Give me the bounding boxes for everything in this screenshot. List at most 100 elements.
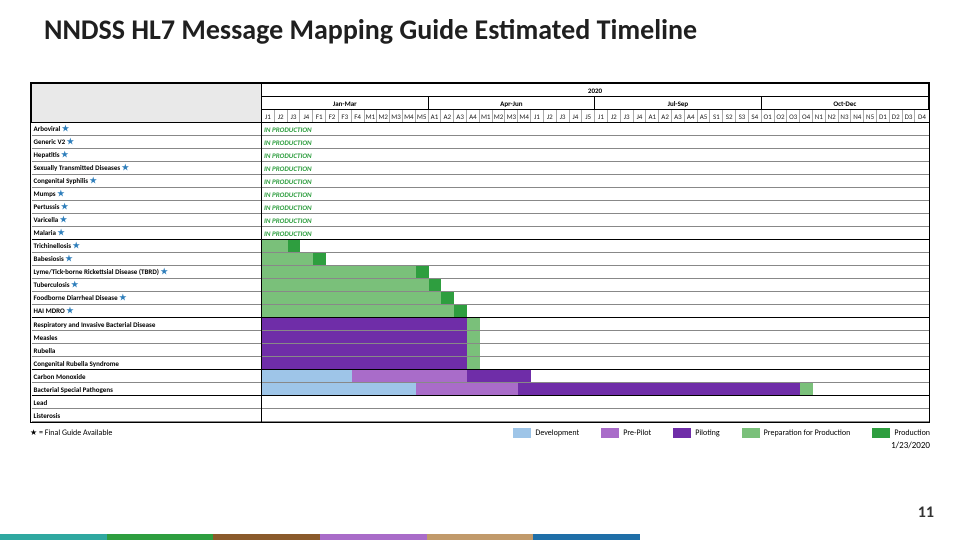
week-header: O4 (800, 110, 813, 123)
condition-name: Rubella (32, 344, 262, 357)
gantt-bar-pilot (262, 357, 467, 369)
legend-swatch (673, 428, 691, 438)
week-header: A3 (672, 110, 685, 123)
star-icon: ★ (66, 306, 73, 316)
legend-label: Production (894, 428, 930, 438)
in-production-label: IN PRODUCTION (262, 216, 312, 225)
gantt-lane (262, 331, 929, 344)
table-row: Congenital Rubella Syndrome (32, 357, 929, 370)
week-header: J1 (595, 110, 608, 123)
table-row: Rubella (32, 344, 929, 357)
gantt-lane: IN PRODUCTION (262, 175, 929, 188)
gantt-chart: 2020Jan-MarApr-JunJul-SepOct-DecJ1J2J3J4… (30, 82, 930, 423)
in-production-label: IN PRODUCTION (262, 190, 312, 199)
week-header: M2 (492, 110, 505, 123)
condition-name: Malaria ★ (32, 227, 262, 240)
quarter-header: Apr-Jun (428, 97, 595, 110)
week-header: A1 (428, 110, 441, 123)
gantt-bar-prep (467, 331, 480, 343)
week-header: N1 (812, 110, 825, 123)
condition-name: Trichinellosis ★ (32, 240, 262, 253)
footer-color-segment (320, 534, 427, 540)
gantt-lane (262, 253, 929, 266)
week-header: D4 (915, 110, 929, 123)
legend-label: Development (535, 428, 579, 438)
week-header: N4 (851, 110, 864, 123)
table-row: Malaria ★IN PRODUCTION (32, 227, 929, 240)
slide-title: NNDSS HL7 Message Mapping Guide Estimate… (0, 0, 960, 53)
star-icon: ★ (58, 228, 65, 238)
condition-name: Carbon Monoxide (32, 370, 262, 383)
gantt-bar-prep (800, 383, 813, 395)
week-header: M3 (505, 110, 518, 123)
in-production-label: IN PRODUCTION (262, 203, 312, 212)
table-row: Sexually Transmitted Diseases ★IN PRODUC… (32, 162, 929, 175)
week-header: F2 (326, 110, 339, 123)
year-header: 2020 (262, 84, 929, 97)
gantt-lane (262, 370, 929, 383)
star-icon: ★ (90, 176, 97, 186)
gantt-bar-dev (262, 370, 352, 382)
week-header: O2 (774, 110, 787, 123)
condition-name: Mumps ★ (32, 188, 262, 201)
week-header: J4 (633, 110, 646, 123)
star-icon: ★ (61, 150, 68, 160)
in-production-label: IN PRODUCTION (262, 151, 312, 160)
in-production-label: IN PRODUCTION (262, 164, 312, 173)
gantt-lane (262, 305, 929, 318)
table-row: Pertussis ★IN PRODUCTION (32, 201, 929, 214)
gantt-bar-pilot (518, 383, 800, 395)
week-header: J3 (287, 110, 300, 123)
week-header: A4 (684, 110, 697, 123)
gantt-lane (262, 318, 929, 331)
gantt-lane (262, 292, 929, 305)
week-header: A4 (467, 110, 480, 123)
condition-name: Respiratory and Invasive Bacterial Disea… (32, 318, 262, 331)
condition-name: Pertussis ★ (32, 201, 262, 214)
table-row: Carbon Monoxide (32, 370, 929, 383)
gantt-bar-pilot (262, 344, 467, 356)
table-row: Generic V2 ★IN PRODUCTION (32, 136, 929, 149)
table-row: Tuberculosis ★ (32, 279, 929, 292)
gantt-lane (262, 396, 929, 409)
week-header: M1 (364, 110, 377, 123)
condition-name: HAI MDRO ★ (32, 305, 262, 318)
week-header: F1 (313, 110, 326, 123)
quarter-header: Jan-Mar (262, 97, 429, 110)
week-header: S4 (748, 110, 761, 123)
table-row: Measles (32, 331, 929, 344)
footer-color-segment (427, 534, 534, 540)
gantt-bar-prep (262, 305, 454, 317)
gantt-lane (262, 409, 929, 422)
star-icon: ★ (71, 280, 78, 290)
gantt-bar-prod (441, 292, 454, 304)
week-header: O3 (787, 110, 800, 123)
week-header: J3 (556, 110, 569, 123)
table-row: Babesiosis ★ (32, 253, 929, 266)
week-header: A1 (646, 110, 659, 123)
legend-swatch (742, 428, 760, 438)
gantt-bar-prep (262, 240, 288, 252)
in-production-label: IN PRODUCTION (262, 229, 312, 238)
legend-swatch (601, 428, 619, 438)
week-header: F4 (351, 110, 364, 123)
gantt-bar-prep (467, 344, 480, 356)
week-header: J1 (262, 110, 275, 123)
legend-item: Development (513, 428, 579, 438)
legend-swatch (513, 428, 531, 438)
gantt-lane (262, 383, 929, 396)
footer-color-segment (107, 534, 214, 540)
footer-color-segment (0, 534, 107, 540)
week-header: J4 (569, 110, 582, 123)
star-icon: ★ (62, 124, 69, 134)
condition-name: Congenital Syphilis ★ (32, 175, 262, 188)
gantt-lane: IN PRODUCTION (262, 123, 929, 136)
week-header: J1 (531, 110, 544, 123)
table-row: Trichinellosis ★ (32, 240, 929, 253)
condition-name: Varicella ★ (32, 214, 262, 227)
gantt-lane: IN PRODUCTION (262, 162, 929, 175)
condition-name: Lead (32, 396, 262, 409)
table-row: Lead (32, 396, 929, 409)
condition-name: Tuberculosis ★ (32, 279, 262, 292)
week-header: D2 (889, 110, 902, 123)
